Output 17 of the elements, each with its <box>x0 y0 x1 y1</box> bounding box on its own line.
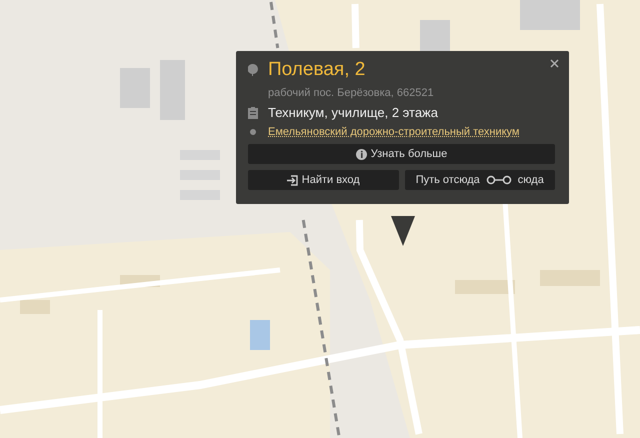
place-title: Полевая, 2 <box>268 59 366 81</box>
place-address: рабочий пос. Берёзовка, 662521 <box>268 87 434 99</box>
dot-icon <box>248 129 258 135</box>
info-icon <box>356 148 367 160</box>
railway-line <box>270 2 280 48</box>
find-entrance-button[interactable]: Найти вход <box>248 170 398 190</box>
route-from-link[interactable]: Путь отсюда <box>416 174 480 186</box>
entrance-icon <box>286 174 298 186</box>
route-icon <box>486 175 512 185</box>
pin-icon <box>248 64 258 76</box>
popup-pointer <box>391 216 415 246</box>
building-info: Техникум, училище, 2 этажа <box>268 105 438 120</box>
organization-link[interactable]: Емельяновский дорожно-строительный техникум <box>268 126 520 138</box>
document-icon <box>248 106 258 118</box>
close-icon[interactable] <box>550 59 559 68</box>
route-to-link[interactable]: сюда <box>518 174 544 186</box>
more-button[interactable]: Узнать больше <box>248 144 555 164</box>
